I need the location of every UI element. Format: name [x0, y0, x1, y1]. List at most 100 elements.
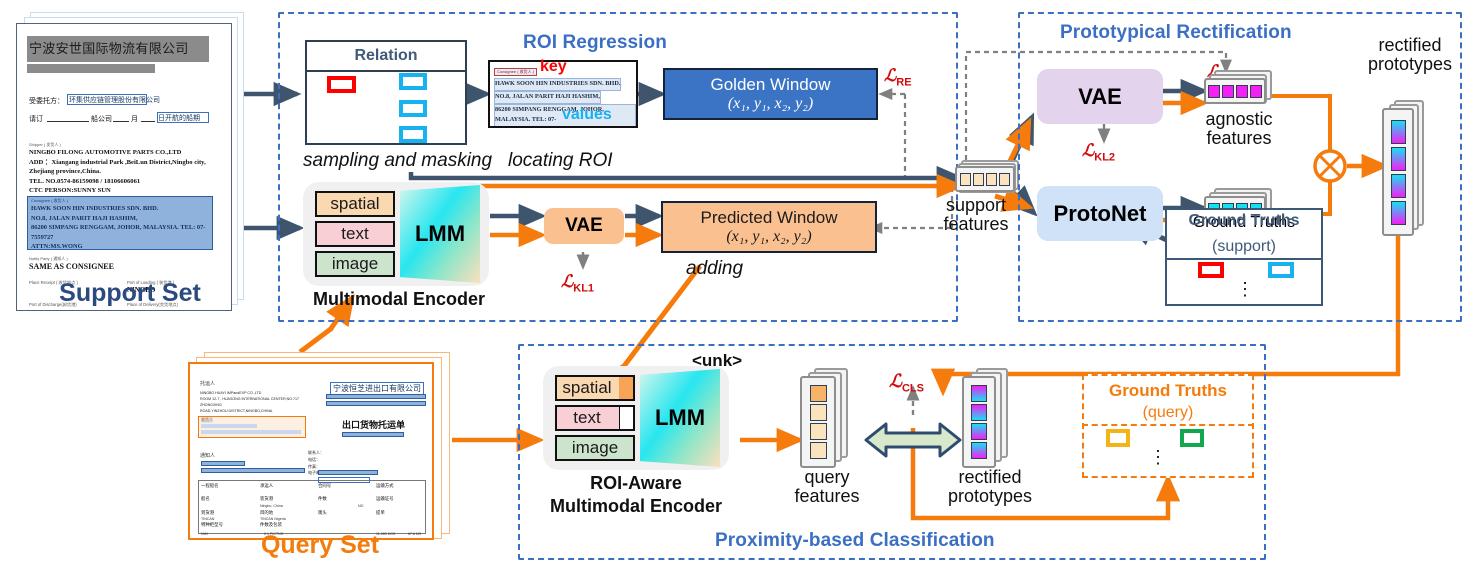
support-features-line1: support — [945, 195, 1007, 215]
query-lmm-label: LMM — [654, 405, 706, 430]
query-doc-val-2: TINCAN Nigeria — [260, 517, 286, 521]
query-feature-cell — [809, 404, 827, 421]
query-doc-stack: 托运人 NINGBO HUAYI IMPandEXP CO.,LTD ROOM … — [186, 352, 454, 542]
query-doc-val-1: TINCAN — [201, 517, 215, 521]
predicted-window-box: Predicted Window (x₁, y₁, x₂, y₂) — [661, 201, 877, 253]
roi-key-label: key — [540, 58, 567, 75]
gt-query-divider — [1082, 424, 1254, 426]
gt-support-title-text: Ground Truths — [1188, 212, 1300, 229]
query-chip-spatial-roi-slot — [619, 377, 633, 399]
gt-query-source-icon — [1106, 429, 1130, 447]
agnostic-features-label: agnostic features — [1192, 110, 1286, 148]
rectified-bottom-line1: rectified — [958, 467, 1022, 487]
rectified-prototypes-card-bottom — [962, 368, 1014, 468]
shipper-line: CTC PERSON:SUNNY SUN — [29, 187, 111, 195]
query-doc-company-sub2 — [326, 401, 426, 406]
multimodal-encoder-title: Multimodal Encoder — [313, 289, 486, 309]
roi-values-label: values — [562, 106, 612, 123]
gt-query-subtitle: (query) — [1142, 404, 1194, 421]
query-doc-td-r1c2: 件数 — [318, 497, 327, 502]
feature-cell — [973, 172, 984, 186]
query-doc-shipper-tag: 托运人 — [200, 381, 216, 387]
roi-aware-title-line2: Multimodal Encoder — [549, 495, 722, 516]
gt-query-title: Ground Truths — [1108, 381, 1228, 400]
rectified-cell — [1390, 200, 1406, 225]
consignee-line: ATTN:MS.WONG — [31, 243, 83, 251]
query-document: 托运人 NINGBO HUAYI IMPandEXP CO.,LTD ROOM … — [188, 362, 434, 540]
query-feature-cell — [809, 385, 827, 402]
query-doc-th-3: 运输方式 — [376, 484, 394, 489]
roi-aware-encoder-title: ROI-Aware Multimodal Encoder — [533, 472, 739, 517]
query-doc-th-2: 合同号 — [318, 484, 332, 489]
rectified-prototypes-card — [1382, 100, 1430, 236]
encoder-chip-image: image — [315, 251, 395, 277]
rectified-line2: prototypes — [1367, 53, 1453, 74]
encoder-lmm-label: LMM — [414, 221, 466, 246]
query-doc-consignee-tag: 收货人 — [201, 417, 213, 423]
encoder-chip-text: text — [315, 221, 395, 247]
predicted-window-coords: (x₁, y₁, x₂, y₂) — [726, 228, 812, 245]
query-doc-consignee-l1 — [201, 424, 257, 428]
support-doc-line2-b: 船公司 — [91, 115, 112, 123]
query-doc-notify-l2 — [201, 468, 305, 473]
loss-cls-symbol: ℒ — [889, 371, 902, 391]
support-features-card — [955, 160, 1019, 196]
protonet-box: ProtoNet — [1037, 186, 1163, 241]
loss-kl2-label: ℒKL2 — [1082, 141, 1115, 163]
proximity-classification-title: Proximity-based Classification — [715, 530, 995, 551]
query-features-line2: features — [794, 485, 860, 506]
agnostic-cell — [1222, 84, 1234, 98]
support-features-label: support features — [931, 196, 1021, 234]
unk-token-label: <unk> — [692, 351, 743, 370]
feature-cell — [960, 172, 971, 186]
roi-doc-tag: Consignee ( 收货人 ) — [494, 68, 538, 76]
golden-window-box: Golden Window (x₁, y₁, x₂, y₂) — [663, 68, 878, 120]
predicted-window-title: Predicted Window — [700, 208, 838, 227]
query-doc-td-r1c1: 装货港 — [260, 497, 274, 502]
support-doc-notify-value: SAME AS CONSIGNEE — [29, 262, 114, 271]
q-shipper-line: ROOM 12-7 , HUASONG INTERNATIONAL CENTER… — [200, 397, 300, 408]
rectified-cell-bottom — [971, 442, 987, 459]
query-chip-spatial-label: spatial — [562, 378, 612, 397]
loss-re-symbol: ℒ — [884, 66, 897, 85]
query-doc-td-r2c2: 唛头 — [318, 511, 327, 516]
query-doc-consignee-l2 — [201, 430, 301, 434]
relation-target-value-icon — [399, 100, 427, 117]
query-features-card — [800, 368, 852, 468]
support-features-line2: features — [943, 213, 1009, 234]
consignee-line: 86200 SIMPANG RENGGAM, JOHOR, MALAYSIA. … — [31, 224, 206, 232]
consignee-line: 7559727 — [31, 233, 54, 241]
rectified-cell-bottom — [971, 423, 987, 440]
shipper-line: TEL. NO.0574-86159098 / 18106606061 — [29, 177, 141, 185]
relation-target-value-icon — [399, 73, 427, 90]
support-doc-line1-value: 环集供应链管理股份有限公司 — [69, 96, 160, 104]
roi-doc-line: 7559727 — [494, 127, 518, 128]
loss-kl1-subscript: KL1 — [573, 282, 595, 295]
gt-support-target-icon — [1268, 262, 1294, 278]
loss-kl2-subscript: KL2 — [1094, 151, 1116, 164]
rectified-cell — [1390, 173, 1406, 198]
locating-roi-caption: locating ROI — [508, 150, 613, 171]
support-doc-stack: 宁波安世国际物流有限公司 受委托方： 环集供应链管理股份有限公司 请订 船公司 … — [14, 12, 246, 312]
query-doc-td-r1c3: 运输证号 — [376, 497, 394, 502]
query-chip-text-label: text — [573, 408, 601, 427]
shipper-line: ADD ：Xiangang industrial Park ,BeiLun Di… — [29, 158, 206, 166]
loss-kl1-symbol: ℒ — [561, 272, 574, 291]
agnostic-cell — [1250, 84, 1262, 98]
prototypical-rectification-title: Prototypical Rectification — [1060, 22, 1292, 43]
encoder-lmm-trapezoid: LMM — [400, 185, 480, 283]
query-doc-title: 出口货物托运单 — [342, 421, 406, 431]
roi-doc-line: NO.8, JALAN PARIT HAJI HASHIM, — [494, 90, 601, 104]
query-feature-cell — [809, 442, 827, 459]
q-contact-line: 联系人： — [308, 450, 324, 455]
rectification-vae-box: VAE — [1037, 69, 1163, 124]
roi-aware-title-line1: ROI-Aware — [590, 473, 682, 493]
q-shipper-line: ROAD,YINZHOU DISTRICT,NINGBO,CHINA. — [200, 409, 274, 414]
golden-window-title: Golden Window — [710, 75, 831, 94]
query-features-label: query features — [780, 468, 874, 506]
rectified-prototypes-label-bottom: rectified prototypes — [930, 468, 1050, 506]
support-doc-line2-value: 日开航的船期 — [158, 114, 200, 122]
query-doc-td-r2c1: 目的地 — [260, 511, 274, 516]
feature-cell — [999, 172, 1010, 186]
query-doc-th-1: 承运人 — [260, 484, 274, 489]
